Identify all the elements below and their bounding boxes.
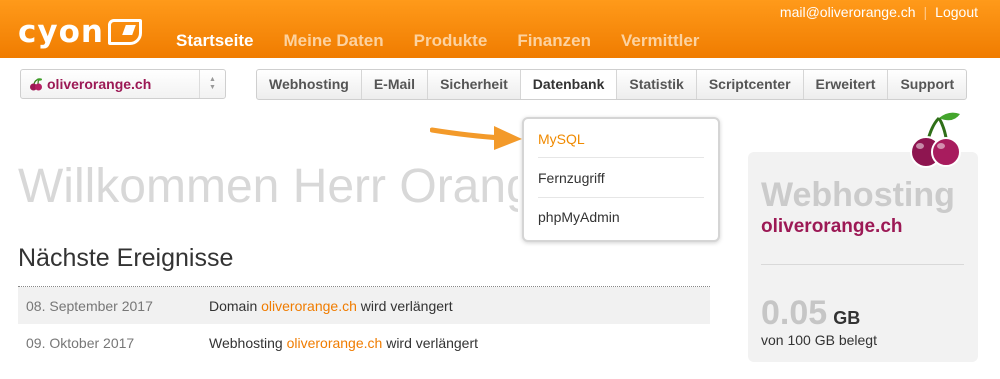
tab-e-mail[interactable]: E-Mail bbox=[362, 70, 429, 99]
event-text: Webhosting oliverorange.ch wird verlänge… bbox=[209, 335, 478, 351]
event-domain-link[interactable]: oliverorange.ch bbox=[287, 335, 383, 351]
tab-scriptcenter[interactable]: Scriptcenter bbox=[697, 70, 804, 99]
user-bar-separator: | bbox=[923, 4, 928, 20]
tab-erweitert[interactable]: Erweitert bbox=[804, 70, 889, 99]
menu-divider bbox=[538, 157, 704, 158]
event-prefix: Webhosting bbox=[209, 334, 287, 351]
card-divider bbox=[761, 264, 964, 265]
usage-unit: GB bbox=[833, 308, 861, 328]
tab-support[interactable]: Support bbox=[888, 70, 966, 99]
domain-select-value: oliverorange.ch bbox=[47, 76, 152, 92]
logo-text: cyon bbox=[18, 14, 104, 50]
logo-mark-icon bbox=[107, 19, 142, 45]
tab-statistik[interactable]: Statistik bbox=[617, 70, 697, 99]
event-text: Domain oliverorange.ch wird verlängert bbox=[209, 298, 453, 314]
event-row: 08. September 2017 Domain oliverorange.c… bbox=[18, 287, 710, 324]
event-date: 08. September 2017 bbox=[26, 297, 153, 314]
cyon-logo[interactable]: cyon bbox=[18, 16, 142, 48]
events-list: 08. September 2017 Domain oliverorange.c… bbox=[18, 286, 710, 361]
event-prefix: Domain bbox=[209, 297, 262, 314]
menu-item-fernzugriff[interactable]: Fernzugriff bbox=[538, 170, 605, 186]
event-domain-link[interactable]: oliverorange.ch bbox=[261, 298, 357, 314]
nav-produkte[interactable]: Produkte bbox=[414, 31, 488, 51]
nav-startseite[interactable]: Startseite bbox=[176, 31, 253, 51]
event-suffix: wird verlängert bbox=[356, 297, 453, 314]
menu-divider bbox=[538, 197, 704, 198]
tab-sicherheit[interactable]: Sicherheit bbox=[428, 70, 521, 99]
domain-select[interactable]: oliverorange.ch ▲ ▼ bbox=[20, 69, 226, 99]
menu-item-phpmyadmin[interactable]: phpMyAdmin bbox=[538, 209, 620, 225]
datenbank-dropdown-menu: MySQL Fernzugriff phpMyAdmin bbox=[522, 117, 720, 242]
logout-link[interactable]: Logout bbox=[935, 4, 978, 20]
webhosting-card: Webhosting oliverorange.ch 0.05 GB von 10… bbox=[748, 152, 978, 362]
nav-finanzen[interactable]: Finanzen bbox=[517, 31, 591, 51]
events-heading: Nächste Ereignisse bbox=[18, 244, 234, 272]
card-domain[interactable]: oliverorange.ch bbox=[761, 216, 903, 238]
user-bar: mail@oliverorange.ch | Logout bbox=[780, 4, 978, 20]
user-email-link[interactable]: mail@oliverorange.ch bbox=[780, 4, 916, 20]
up-down-arrows-icon: ▲ ▼ bbox=[199, 70, 225, 98]
main-nav: Startseite Meine Daten Produkte Finanzen… bbox=[176, 31, 729, 51]
menu-item-mysql[interactable]: MySQL bbox=[538, 131, 585, 147]
card-title: Webhosting bbox=[761, 176, 955, 214]
pointer-arrow-icon bbox=[430, 126, 522, 150]
storage-quota: von 100 GB belegt bbox=[761, 332, 877, 348]
top-bar: cyon Startseite Meine Daten Produkte Fin… bbox=[0, 0, 1000, 58]
cherry-icon bbox=[30, 78, 42, 91]
event-row: 09. Oktober 2017 Webhosting oliverorange… bbox=[18, 324, 710, 361]
cherry-icon bbox=[910, 112, 961, 168]
sub-nav: Webhosting E-Mail Sicherheit Datenbank S… bbox=[256, 69, 968, 100]
nav-vermittler[interactable]: Vermittler bbox=[621, 31, 699, 51]
usage-value: 0.05 bbox=[761, 294, 828, 332]
welcome-heading: Willkommen Herr Orange bbox=[18, 160, 518, 213]
event-suffix: wird verlängert bbox=[382, 334, 479, 351]
tab-webhosting[interactable]: Webhosting bbox=[257, 70, 362, 99]
storage-usage: 0.05 GB bbox=[761, 294, 860, 333]
tab-datenbank[interactable]: Datenbank bbox=[520, 70, 618, 99]
nav-meine-daten[interactable]: Meine Daten bbox=[283, 31, 383, 51]
event-date: 09. Oktober 2017 bbox=[26, 334, 135, 351]
